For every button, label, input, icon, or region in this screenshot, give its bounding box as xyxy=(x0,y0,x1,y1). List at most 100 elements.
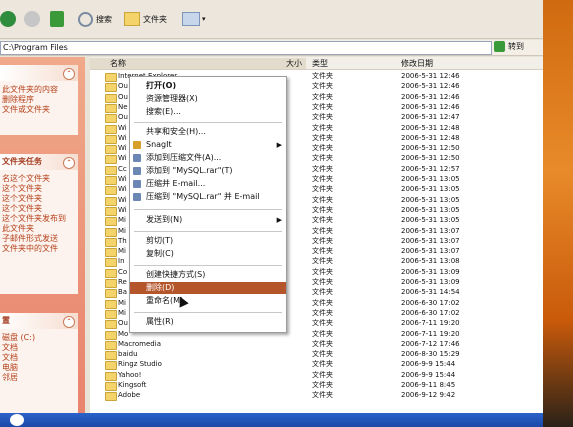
size-column-header[interactable]: 大小 xyxy=(286,58,302,69)
file-type: 文件夹 xyxy=(312,381,333,389)
file-date: 2006-5-31 12:46 xyxy=(401,92,460,101)
menu-label: 资源管理器(X) xyxy=(146,94,198,103)
file-date: 2006-5-31 13:09 xyxy=(401,278,460,286)
file-date: 2006-5-31 12:50 xyxy=(401,154,460,163)
search-icon xyxy=(78,11,93,27)
file-date: 2006-9-12 9:42 xyxy=(401,391,456,400)
task-link[interactable]: 文件或文件夹 xyxy=(0,105,78,115)
file-name: Mi xyxy=(118,247,126,256)
task-link[interactable]: 这个文件夹 xyxy=(0,204,78,214)
other-places-header[interactable]: 置 ⌃ xyxy=(0,313,78,329)
menu-item-snagit[interactable]: SnagIt ▶ xyxy=(130,139,286,151)
task-link[interactable]: 名这个文件夹 xyxy=(0,174,78,184)
menu-label: 发送到(N) xyxy=(146,215,183,224)
menu-separator xyxy=(134,265,282,266)
file-name: In xyxy=(118,257,125,266)
menu-item-copy[interactable]: 复制(C) xyxy=(130,248,286,260)
file-name: baidu xyxy=(118,350,138,359)
menu-item-compress-email[interactable]: 压缩并 E-mail... xyxy=(130,178,286,190)
task-link[interactable]: 子邮件形式发送 xyxy=(0,234,78,244)
task-link[interactable]: 这个文件夹发布到 xyxy=(0,214,78,224)
file-type: 文件夹 xyxy=(312,102,333,111)
file-type: 文件夹 xyxy=(312,319,333,328)
file-date: 2006-9-11 8:45 xyxy=(401,381,456,389)
file-date: 2006-5-31 12:46 xyxy=(401,82,460,91)
menu-label: 压缩并 E-mail... xyxy=(146,179,206,188)
task-link[interactable]: 这个文件夹 xyxy=(0,194,78,204)
task-link[interactable]: 此文件夹 xyxy=(0,224,78,234)
menu-item-share[interactable]: 共享和安全(H)... xyxy=(130,126,286,138)
other-places-title: 置 xyxy=(2,316,10,325)
file-type: 文件夹 xyxy=(312,236,333,245)
file-name: Th xyxy=(118,236,127,245)
menu-item-compress-rar-email[interactable]: 压缩到 "MySQL.rar" 并 E-mail xyxy=(130,191,286,203)
menu-item-add-rar[interactable]: 添加到 "MySQL.rar"(T) xyxy=(130,165,286,177)
table-row[interactable]: Ringz Studio 文件夹 2006-9-9 15:44 xyxy=(90,359,543,371)
chevron-down-icon: ▾ xyxy=(202,15,206,23)
folders-button[interactable]: 文件夹 xyxy=(124,10,167,28)
file-type: 文件夹 xyxy=(312,288,333,297)
menu-item-rename[interactable]: 重命名(M) xyxy=(130,295,286,307)
menu-item-cut[interactable]: 剪切(T) xyxy=(130,235,286,247)
menu-item-properties[interactable]: 属性(R) xyxy=(130,316,286,328)
menu-item-delete[interactable]: 删除(D) xyxy=(130,282,286,294)
start-button-icon[interactable] xyxy=(10,414,24,426)
task-link[interactable]: 文档 xyxy=(0,343,78,353)
table-row[interactable]: Yahoo! 文件夹 2006-9-9 15:44 xyxy=(90,370,543,381)
file-tasks-header[interactable]: ⌃ xyxy=(0,65,78,81)
menu-label: 属性(R) xyxy=(146,317,174,326)
views-button[interactable]: ▾ xyxy=(182,10,206,28)
file-type: 文件夹 xyxy=(312,339,333,348)
modified-column-header[interactable]: 修改日期 xyxy=(401,58,433,69)
task-link[interactable]: 电脑 xyxy=(0,363,78,373)
task-link[interactable]: 这个文件夹 xyxy=(0,184,78,194)
file-date: 2006-5-31 13:05 xyxy=(401,175,460,183)
menu-item-add-archive[interactable]: 添加到压缩文件(A)... xyxy=(130,152,286,164)
task-pane: ⌃ 此文件夹的内容 删除程序 文件或文件夹 文件夹任务 ⌃ 名这个文件夹 这个文件夹 这个… xyxy=(0,57,85,413)
folder-tasks-header[interactable]: 文件夹任务 ⌃ xyxy=(0,154,78,170)
file-type: 文件夹 xyxy=(312,216,333,225)
forward-button[interactable] xyxy=(24,10,40,28)
menu-item-send-to[interactable]: 发送到(N) ▶ xyxy=(130,214,286,226)
up-button[interactable] xyxy=(50,10,64,28)
task-link[interactable]: 删除程序 xyxy=(0,95,78,105)
file-name: Ou xyxy=(118,82,128,91)
file-date: 2006-5-31 13:07 xyxy=(401,247,460,256)
file-date: 2006-5-31 13:09 xyxy=(401,267,460,276)
go-button[interactable]: 转到 xyxy=(494,41,524,52)
table-row[interactable]: Macromedia 文件夹 2006-7-12 17:46 xyxy=(90,339,543,350)
file-type: 文件夹 xyxy=(312,329,333,338)
table-row[interactable]: Adobe 文件夹 2006-9-12 9:42 xyxy=(90,390,543,402)
task-link[interactable]: 磁盘 (C:) xyxy=(0,333,78,343)
menu-item-create-shortcut[interactable]: 创建快捷方式(S) xyxy=(130,269,286,281)
menu-item-explorer[interactable]: 资源管理器(X) xyxy=(130,93,286,105)
task-link[interactable]: 此文件夹的内容 xyxy=(0,85,78,95)
file-name: Mi xyxy=(118,308,126,317)
name-column-header[interactable]: 名称 xyxy=(90,58,306,69)
file-date: 2006-5-31 13:05 xyxy=(401,195,460,204)
menu-label: 剪切(T) xyxy=(146,236,174,245)
folder-tasks-title: 文件夹任务 xyxy=(2,157,42,166)
menu-item-open[interactable]: 打开(O) xyxy=(130,80,286,92)
menu-item-search[interactable]: 搜索(E)... xyxy=(130,106,286,118)
file-date: 2006-5-31 13:05 xyxy=(401,185,460,194)
winrar-icon xyxy=(133,193,141,201)
table-row[interactable]: Kingsoft 文件夹 2006-9-11 8:45 xyxy=(90,380,543,391)
search-label: 搜索 xyxy=(96,14,112,24)
file-date: 2006-9-9 15:44 xyxy=(401,360,456,369)
task-link[interactable]: 文档 xyxy=(0,353,78,363)
file-type: 文件夹 xyxy=(312,164,333,173)
back-button[interactable] xyxy=(0,10,16,28)
file-type: 文件夹 xyxy=(312,278,333,286)
task-link[interactable]: 邻居 xyxy=(0,373,78,383)
file-name: Ne xyxy=(118,102,128,111)
file-date: 2006-5-31 12:48 xyxy=(401,123,460,132)
up-folder-icon xyxy=(50,11,64,27)
file-name: Macromedia xyxy=(118,339,161,348)
file-type: 文件夹 xyxy=(312,185,333,194)
type-column-header[interactable]: 类型 xyxy=(312,58,328,69)
address-input[interactable]: C:\Program Files xyxy=(0,41,492,55)
task-link[interactable]: 文件夹中的文件 xyxy=(0,244,78,254)
table-row[interactable]: baidu 文件夹 2006-8-30 15:29 xyxy=(90,349,543,361)
search-button[interactable]: 搜索 xyxy=(78,10,112,28)
